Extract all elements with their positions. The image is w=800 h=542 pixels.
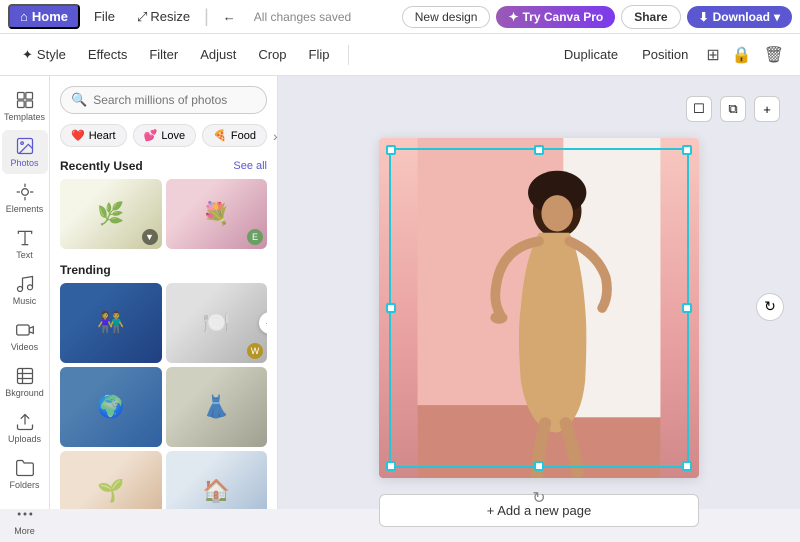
grid-icon-button[interactable]: ⊞ (702, 41, 723, 69)
photos-panel: 🔍 ❤️ Heart 💕 Love 🍕 Food › Recently Used (50, 76, 278, 509)
home-button[interactable]: ⌂ Home (8, 4, 80, 29)
download-icon: ⬇ (699, 10, 709, 24)
trending-photo-1[interactable]: 👫 (60, 283, 162, 363)
sidebar-item-folders[interactable]: Folders (2, 452, 48, 496)
search-input-wrap[interactable]: 🔍 (60, 86, 267, 114)
crop-button[interactable]: Crop (248, 43, 296, 66)
sidebar-item-elements[interactable]: Elements (2, 176, 48, 220)
resize-button[interactable]: ⤢ Resize (129, 6, 198, 28)
canvas-icon-square[interactable]: ☐ (686, 96, 712, 122)
recently-used-photo-2[interactable]: 💐 E (166, 179, 268, 249)
style-icon: ✦ (22, 47, 33, 63)
canvas-image-content (379, 138, 699, 478)
trending-grid: 👫 🍽️ W ◀ 🌍 👗 🌱 E 🏠 👥 (50, 283, 277, 509)
trending-photo-4[interactable]: 👗 (166, 367, 268, 447)
filter-button[interactable]: Filter (139, 43, 188, 66)
trending-title: Trending (60, 263, 111, 277)
style-button[interactable]: ✦ Style (12, 43, 76, 67)
file-button[interactable]: File (86, 6, 123, 27)
sidebar-item-uploads[interactable]: Uploads (2, 406, 48, 450)
rotate-handle[interactable]: ↻ (532, 488, 545, 508)
canvas-area: ☐ ⧉ + (278, 76, 800, 509)
sidebar-item-more[interactable]: More (2, 498, 48, 542)
refresh-button[interactable]: ↻ (756, 293, 784, 321)
recently-used-photo-1[interactable]: 🌿 ▼ (60, 179, 162, 249)
category-chip-food[interactable]: 🍕 Food (202, 124, 267, 147)
sidebar-item-videos[interactable]: Videos (2, 314, 48, 358)
trending-photo-3[interactable]: 🌍 (60, 367, 162, 447)
image-toolbar: ✦ Style Effects Filter Adjust Crop Flip … (0, 34, 800, 76)
category-chip-love[interactable]: 💕 Love (133, 124, 197, 147)
sidebar-nav: Templates Photos Elements Text Music Vid… (0, 76, 50, 509)
photo-badge-2: E (247, 229, 263, 245)
search-icon: 🔍 (71, 92, 87, 108)
photo-badge-1: ▼ (142, 229, 158, 245)
category-chips-row: ❤️ Heart 💕 Love 🍕 Food › (50, 120, 277, 155)
category-chip-heart[interactable]: ❤️ Heart (60, 124, 127, 147)
search-bar: 🔍 (50, 76, 277, 120)
recently-used-header: Recently Used See all (50, 155, 277, 179)
save-status: All changes saved (254, 10, 396, 24)
sidebar-item-music[interactable]: Music (2, 268, 48, 312)
flip-button[interactable]: Flip (299, 43, 340, 66)
new-design-button[interactable]: New design (402, 6, 491, 28)
effects-button[interactable]: Effects (78, 43, 138, 66)
download-button[interactable]: ⬇ Download ▾ (687, 6, 792, 28)
main-layout: Templates Photos Elements Text Music Vid… (0, 76, 800, 509)
recently-used-title: Recently Used (60, 159, 143, 173)
sidebar-item-photos[interactable]: Photos (2, 130, 48, 174)
recently-used-grid: 🌿 ▼ 💐 E (50, 179, 277, 259)
trending-badge-2: W (247, 343, 263, 359)
lock-icon-button[interactable]: 🔒 (728, 41, 756, 69)
share-button[interactable]: Share (621, 5, 680, 29)
position-button[interactable]: Position (632, 43, 698, 66)
sidebar-item-text[interactable]: Text (2, 222, 48, 266)
trending-photo-5[interactable]: 🌱 E (60, 451, 162, 509)
delete-icon-button[interactable]: 🗑 (760, 41, 788, 69)
download-chevron-icon: ▾ (774, 10, 780, 24)
canvas-frame[interactable] (379, 138, 699, 478)
trending-photo-6[interactable]: 🏠 (166, 451, 268, 509)
see-all-link[interactable]: See all (233, 160, 267, 172)
woman-svg (379, 138, 699, 478)
toolbar-separator (348, 45, 349, 65)
duplicate-button[interactable]: Duplicate (554, 43, 628, 66)
sidebar-item-background[interactable]: Bkground (2, 360, 48, 404)
undo-button[interactable]: ← (215, 6, 244, 27)
resize-icon: ⤢ (137, 9, 147, 25)
scroll-right-icon[interactable]: › (273, 128, 277, 144)
home-icon: ⌂ (20, 9, 28, 24)
top-navigation: ⌂ Home File ⤢ Resize | ← All changes sav… (0, 0, 800, 34)
trending-header: Trending (50, 259, 277, 283)
star-icon: ✦ (508, 10, 518, 24)
search-input[interactable] (93, 93, 256, 107)
canvas-icon-copy[interactable]: ⧉ (720, 96, 746, 122)
trending-photo-2[interactable]: 🍽️ W ◀ (166, 283, 268, 363)
canvas-icon-add[interactable]: + (754, 96, 780, 122)
toolbar-right-actions: Duplicate Position ⊞ 🔒 🗑 (554, 41, 788, 69)
sidebar-item-templates[interactable]: Templates (2, 84, 48, 128)
canvas-top-icons: ☐ ⧉ + (686, 96, 780, 122)
adjust-button[interactable]: Adjust (190, 43, 246, 66)
canvas-container: ↻ (379, 138, 699, 478)
try-canva-pro-button[interactable]: ✦ Try Canva Pro (496, 6, 615, 28)
